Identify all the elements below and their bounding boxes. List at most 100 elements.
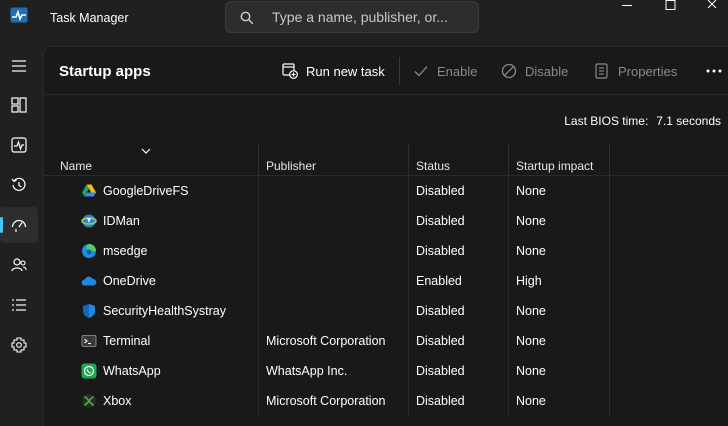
nav-services[interactable] <box>0 327 38 363</box>
terminal-icon <box>81 333 97 349</box>
column-divider <box>609 296 610 326</box>
app-history-icon <box>11 177 26 191</box>
table-header: Name Publisher Status Startup impact <box>44 144 728 176</box>
column-header-status[interactable]: Status <box>416 144 450 176</box>
table-row[interactable]: Terminal Microsoft Corporation Disabled Non… <box>44 326 728 356</box>
table-row[interactable]: WhatsApp WhatsApp Inc. Disabled None <box>44 356 728 386</box>
table-row[interactable]: GoogleDriveFS Disabled None <box>44 176 728 206</box>
column-divider[interactable] <box>609 144 610 176</box>
properties-icon <box>595 63 608 79</box>
column-divider[interactable] <box>258 144 259 176</box>
table-row[interactable]: Xbox Microsoft Corporation Disabled None <box>44 386 728 416</box>
run-new-task-button[interactable]: Run new task <box>282 59 385 83</box>
users-icon <box>11 258 27 272</box>
properties-label: Properties <box>618 63 678 79</box>
nav-details[interactable] <box>0 287 38 323</box>
column-divider <box>508 176 509 206</box>
column-divider <box>258 296 259 326</box>
properties-button[interactable]: Properties <box>594 59 677 83</box>
cell-app-name: SecurityHealthSystray <box>103 304 226 318</box>
cell-app-name: msedge <box>103 244 148 258</box>
table-row[interactable]: msedge Disabled None <box>44 236 728 266</box>
run-new-task-icon <box>282 63 298 79</box>
nav-processes[interactable] <box>0 87 38 123</box>
column-divider <box>508 206 509 236</box>
column-divider <box>508 236 509 266</box>
whatsapp-icon <box>81 363 97 379</box>
cell-status: Disabled <box>416 304 465 318</box>
bios-time-label: Last BIOS time: <box>564 114 649 128</box>
cell-status: Disabled <box>416 184 465 198</box>
table-row[interactable]: IDMan Disabled None <box>44 206 728 236</box>
column-divider <box>258 206 259 236</box>
column-divider <box>258 326 259 356</box>
column-divider <box>408 356 409 386</box>
column-divider <box>508 296 509 326</box>
checkmark-icon <box>414 66 428 77</box>
column-divider <box>609 386 610 416</box>
column-divider <box>258 266 259 296</box>
disable-button[interactable]: Disable <box>501 59 568 83</box>
performance-icon <box>11 137 27 153</box>
column-divider <box>408 236 409 266</box>
column-divider <box>609 236 610 266</box>
cell-app-name: WhatsApp <box>103 364 161 378</box>
nav-menu-button[interactable] <box>0 48 38 84</box>
google-drive-icon <box>81 183 97 199</box>
column-divider[interactable] <box>508 144 509 176</box>
cell-status: Disabled <box>416 214 465 228</box>
nav-app-history[interactable] <box>0 167 38 203</box>
cell-app-name: IDMan <box>103 214 140 228</box>
startup-apps-icon <box>11 219 27 232</box>
services-icon <box>11 337 27 353</box>
details-icon <box>12 299 26 311</box>
page-title: Startup apps <box>59 63 151 80</box>
column-divider[interactable] <box>408 144 409 176</box>
search-input[interactable] <box>272 2 472 32</box>
cell-status: Disabled <box>416 364 465 378</box>
maximize-icon[interactable] <box>650 0 696 14</box>
cell-publisher: Microsoft Corporation <box>266 394 386 408</box>
minimize-icon[interactable] <box>604 0 650 14</box>
column-divider <box>609 176 610 206</box>
toolbar: Startup apps Run new task Enable Disable… <box>44 47 728 95</box>
nav-users[interactable] <box>0 247 38 283</box>
table-row[interactable]: SecurityHealthSystray Disabled None <box>44 296 728 326</box>
menu-icon <box>12 60 26 72</box>
column-divider <box>408 266 409 296</box>
column-divider <box>508 356 509 386</box>
cell-app-name: Xbox <box>103 394 132 408</box>
search-box[interactable] <box>225 1 479 33</box>
cell-publisher: WhatsApp Inc. <box>266 364 348 378</box>
idman-icon <box>81 213 97 229</box>
enable-button[interactable]: Enable <box>413 59 477 83</box>
column-divider <box>508 266 509 296</box>
column-header-startup-impact[interactable]: Startup impact <box>516 144 593 176</box>
nav-startup-apps[interactable] <box>0 207 38 243</box>
processes-icon <box>11 97 27 113</box>
title-bar: Task Manager <box>0 0 728 36</box>
enable-label: Enable <box>437 63 478 79</box>
column-header-name[interactable]: Name <box>60 144 92 176</box>
nav-performance[interactable] <box>0 127 38 163</box>
sort-chevron-down-icon[interactable] <box>141 148 151 154</box>
xbox-icon <box>81 393 97 409</box>
more-options-icon[interactable] <box>704 61 724 81</box>
column-divider <box>609 266 610 296</box>
column-divider <box>408 296 409 326</box>
disable-circle-icon <box>501 63 517 79</box>
column-divider <box>408 386 409 416</box>
close-icon[interactable] <box>696 0 728 14</box>
cell-publisher: Microsoft Corporation <box>266 334 386 348</box>
column-divider <box>258 386 259 416</box>
table-row[interactable]: OneDrive Enabled High <box>44 266 728 296</box>
cell-app-name: GoogleDriveFS <box>103 184 189 198</box>
column-header-publisher[interactable]: Publisher <box>266 144 316 176</box>
column-divider <box>408 326 409 356</box>
column-divider <box>508 386 509 416</box>
cell-startup-impact: None <box>516 334 546 348</box>
cell-app-name: Terminal <box>103 334 151 348</box>
cell-startup-impact: None <box>516 304 546 318</box>
column-divider <box>609 356 610 386</box>
column-divider <box>258 356 259 386</box>
